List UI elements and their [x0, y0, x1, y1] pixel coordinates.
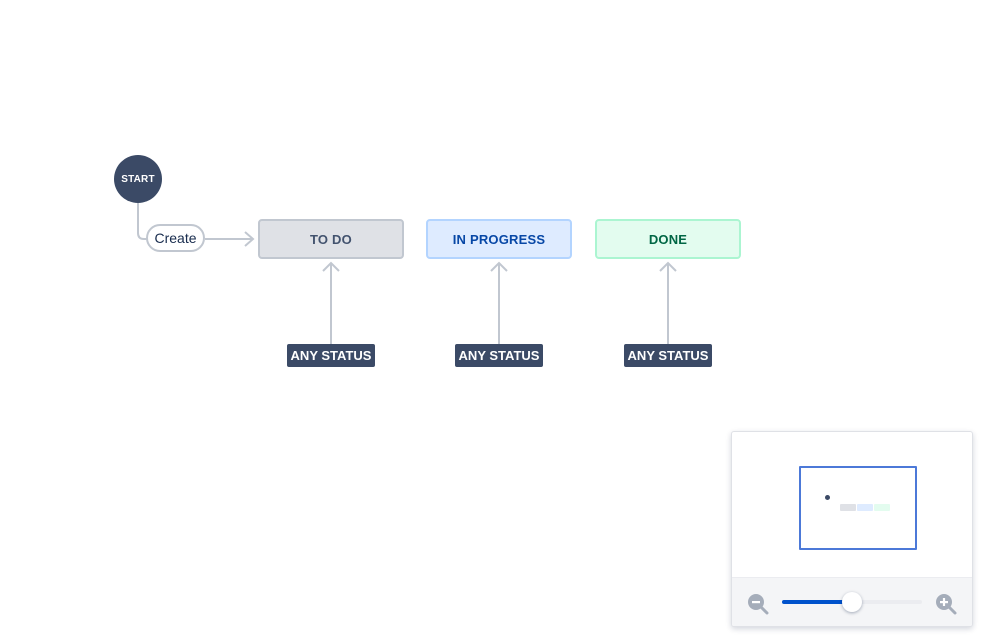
start-node: START	[114, 155, 162, 203]
minimap[interactable]	[732, 432, 972, 577]
zoom-panel	[731, 431, 973, 627]
transition-create[interactable]: Create	[146, 224, 205, 252]
any-status-transition-in-progress[interactable]: ANY STATUS	[455, 344, 543, 367]
status-todo[interactable]: TO DO	[258, 219, 404, 259]
any-status-transition-todo[interactable]: ANY STATUS	[287, 344, 375, 367]
zoom-out-icon[interactable]	[746, 592, 770, 616]
status-in-progress[interactable]: IN PROGRESS	[426, 219, 572, 259]
zoom-in-icon[interactable]	[934, 592, 958, 616]
any-status-transition-done[interactable]: ANY STATUS	[624, 344, 712, 367]
zoom-controls	[732, 577, 972, 626]
zoom-slider[interactable]	[782, 592, 922, 612]
status-done[interactable]: DONE	[595, 219, 741, 259]
minimap-viewport[interactable]	[799, 466, 917, 550]
zoom-slider-handle[interactable]	[842, 592, 862, 612]
